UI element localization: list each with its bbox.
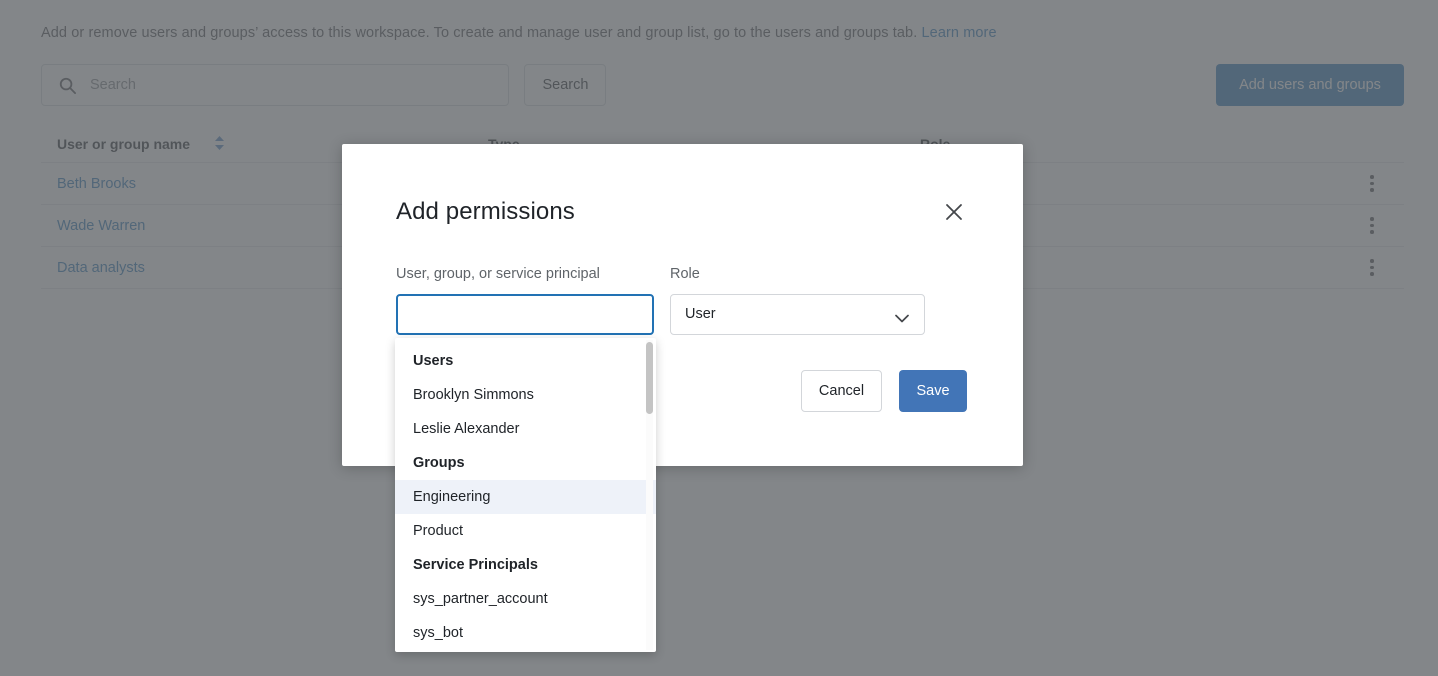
dropdown-group-header-groups: Groups (395, 446, 656, 480)
dropdown-option-engineering[interactable]: Engineering (395, 480, 656, 514)
dropdown-option-sys-bot[interactable]: sys_bot (395, 616, 656, 650)
dropdown-option-product[interactable]: Product (395, 514, 656, 548)
close-icon[interactable] (942, 200, 968, 226)
principal-dropdown-list: Users Brooklyn Simmons Leslie Alexander … (395, 338, 656, 652)
dropdown-option-sys-partner-account[interactable]: sys_partner_account (395, 582, 656, 616)
principal-input[interactable] (396, 294, 654, 335)
role-field-label: Role (670, 266, 700, 282)
dropdown-scroll-area: Users Brooklyn Simmons Leslie Alexander … (395, 338, 656, 652)
role-select[interactable]: User (670, 294, 925, 335)
dropdown-scrollbar-thumb[interactable] (646, 342, 653, 414)
dropdown-group-header-service-principals: Service Principals (395, 548, 656, 582)
cancel-button[interactable]: Cancel (801, 370, 882, 412)
chevron-down-icon (895, 310, 909, 319)
dialog-title: Add permissions (396, 198, 575, 226)
dropdown-group-header-users: Users (395, 344, 656, 378)
dropdown-option-leslie-alexander[interactable]: Leslie Alexander (395, 412, 656, 446)
principal-field-label: User, group, or service principal (396, 266, 600, 282)
save-button[interactable]: Save (899, 370, 967, 412)
role-selected-value: User (685, 306, 716, 322)
dropdown-option-brooklyn-simmons[interactable]: Brooklyn Simmons (395, 378, 656, 412)
